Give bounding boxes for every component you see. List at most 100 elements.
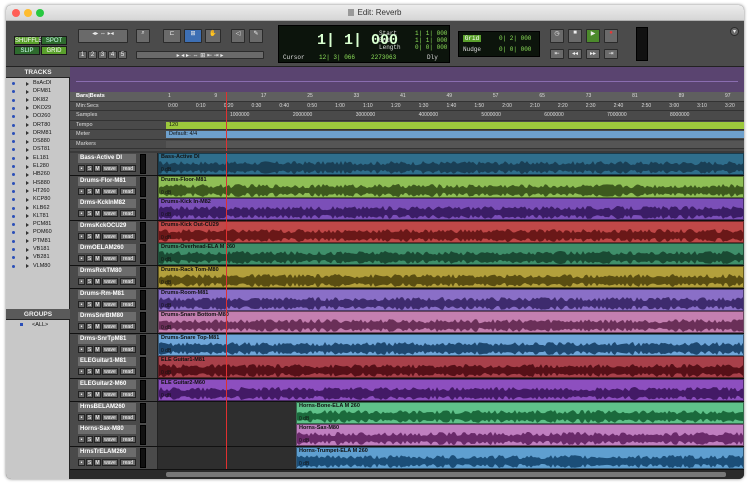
record-enable-button[interactable]: •	[78, 165, 85, 172]
track-visible-icon[interactable]	[12, 231, 15, 235]
track-visible-icon[interactable]	[12, 223, 15, 227]
automation-mode-selector[interactable]: read	[120, 232, 136, 240]
automation-mode-selector[interactable]: read	[120, 413, 136, 421]
track-view-selector[interactable]: wave	[102, 413, 118, 421]
track-visible-icon[interactable]	[12, 181, 15, 185]
solo-button[interactable]: S	[86, 323, 93, 331]
zoom-preset-button[interactable]: 4	[108, 51, 117, 59]
solo-button[interactable]: S	[86, 255, 93, 263]
track-list-item[interactable]: PCM81	[6, 221, 70, 228]
solo-button[interactable]: S	[86, 436, 93, 444]
horizontal-scrollbar[interactable]	[70, 469, 744, 479]
audio-clip[interactable]: Drums-Overhead-ELA M 260 0 dB	[158, 243, 744, 266]
go-to-end-icon[interactable]: ⇥	[604, 49, 618, 59]
record-enable-button[interactable]: •	[78, 413, 85, 421]
group-item[interactable]: <ALL>	[6, 321, 70, 329]
track-lane[interactable]: Drums-Snare Top-M81 0 dB	[158, 333, 744, 356]
mute-button[interactable]: M	[94, 413, 101, 421]
start-value[interactable]: 1| 1| 000	[415, 30, 447, 37]
track-list-item[interactable]: DS880	[6, 138, 70, 145]
automation-mode-selector[interactable]: read	[120, 345, 136, 353]
automation-mode-selector[interactable]: read	[120, 255, 136, 263]
dly-label[interactable]: Dly	[427, 54, 438, 61]
track-lane[interactable]: Drums-Floor-M81 0 dB	[158, 175, 744, 198]
record-enable-button[interactable]: •	[78, 255, 85, 263]
solo-button[interactable]: S	[86, 210, 93, 218]
record-enable-button[interactable]: •	[78, 391, 85, 398]
grid-value[interactable]: 0| 2| 000	[499, 35, 531, 42]
track-visible-icon[interactable]	[12, 156, 15, 160]
track-list-item[interactable]: HB260	[6, 171, 70, 178]
groups-header[interactable]: GROUPS	[6, 309, 70, 320]
mute-button[interactable]: M	[94, 187, 101, 195]
stop-icon[interactable]: ■	[568, 29, 582, 43]
track-visible-icon[interactable]	[12, 165, 15, 168]
record-icon[interactable]: ●	[604, 29, 618, 43]
automation-mode-selector[interactable]: read	[120, 165, 136, 172]
rewind-icon[interactable]: ◂◂	[568, 49, 582, 59]
track-view-selector[interactable]: wave	[102, 187, 118, 195]
solo-button[interactable]: S	[86, 300, 93, 308]
markers-ruler[interactable]: Markers	[70, 140, 744, 149]
track-lane[interactable]: Drums-Rack Tom-M80 0 dB	[158, 266, 744, 288]
track-visible-icon[interactable]	[12, 82, 15, 85]
solo-button[interactable]: S	[86, 232, 93, 240]
mute-button[interactable]: M	[94, 300, 101, 308]
track-list-item[interactable]: EL280	[6, 163, 70, 170]
track-visible-icon[interactable]	[12, 90, 15, 94]
track-name[interactable]: Horns-Sax-M80	[78, 425, 136, 435]
fast-forward-icon[interactable]: ▸▸	[586, 49, 600, 59]
track-view-selector[interactable]: wave	[102, 323, 118, 331]
solo-button[interactable]: S	[86, 391, 93, 398]
automation-mode-selector[interactable]: read	[120, 278, 136, 285]
tempo-value[interactable]: 120	[169, 121, 178, 130]
play-icon[interactable]: ▶	[586, 29, 600, 43]
track-name[interactable]: DrmsKckOCU29	[78, 221, 136, 231]
track-list-item[interactable]: DO260	[6, 113, 70, 120]
track-lane[interactable]: Drums-Snare Bottom-M80 0 dB	[158, 311, 744, 334]
return-to-zero-icon[interactable]: ⇤	[550, 49, 564, 59]
track-lane[interactable]: ELE Guitar1-M81 0 dB	[158, 356, 744, 379]
spot-mode-button[interactable]: SPOT	[41, 36, 67, 45]
mute-button[interactable]: M	[94, 368, 101, 376]
track-list-item[interactable]: KLB62	[6, 205, 70, 212]
track-name[interactable]: Drums-Flor-M81	[78, 176, 136, 186]
track-list-item[interactable]: DKI82	[6, 97, 70, 104]
tracks-header[interactable]: TRACKS	[6, 67, 70, 78]
track-name[interactable]: DrmsRckTM80	[78, 267, 136, 276]
track-name[interactable]: Bass-Active DI	[78, 154, 136, 163]
grid-label[interactable]: Grid	[463, 35, 481, 42]
mute-button[interactable]: M	[94, 323, 101, 331]
track-visible-icon[interactable]	[12, 198, 15, 202]
track-visible-icon[interactable]	[12, 131, 15, 135]
zoomer-tool-icon[interactable]: ⌕	[136, 29, 150, 43]
automation-mode-selector[interactable]: read	[120, 187, 136, 195]
track-list-item[interactable]: DFM81	[6, 88, 70, 95]
track-list-item[interactable]: DST81	[6, 146, 70, 153]
window-menu-icon[interactable]: ▾	[730, 27, 739, 36]
audio-clip[interactable]: Drums-Floor-M81 0 dB	[158, 175, 744, 198]
audio-clip[interactable]: Drums-Snare Bottom-M80 0 dB	[158, 311, 744, 334]
track-visible-icon[interactable]	[12, 148, 15, 152]
grid-mode-button[interactable]: GRID	[41, 46, 67, 55]
track-list-item[interactable]: DRM81	[6, 130, 70, 137]
track-visible-icon[interactable]	[12, 214, 15, 218]
scrollbar-thumb[interactable]	[166, 472, 726, 477]
audio-clip[interactable]: ELE Guitar2-M60 0 dB	[158, 379, 744, 401]
edit-tools-row[interactable]: ▸ ◂ ▸· ⇔ ⊞ ⇤ ⇥ ▸	[136, 51, 264, 59]
track-list-item[interactable]: DRT80	[6, 122, 70, 129]
track-lane[interactable]: Horns-Trumpet-ELA M 260 0 dB	[158, 446, 744, 469]
close-button[interactable]	[12, 9, 20, 17]
track-visible-icon[interactable]	[12, 115, 15, 119]
track-visible-icon[interactable]	[12, 106, 15, 110]
solo-button[interactable]: S	[86, 413, 93, 421]
track-list-item[interactable]: KLT81	[6, 213, 70, 220]
online-icon[interactable]: ◷	[550, 29, 564, 43]
mute-button[interactable]: M	[94, 165, 101, 172]
track-list-item[interactable]: KCP80	[6, 196, 70, 203]
track-view-selector[interactable]: wave	[102, 368, 118, 376]
tempo-ruler[interactable]: Tempo 120	[70, 121, 744, 130]
mute-button[interactable]: M	[94, 210, 101, 218]
track-visible-icon[interactable]	[12, 248, 15, 251]
automation-mode-selector[interactable]: read	[120, 300, 136, 308]
